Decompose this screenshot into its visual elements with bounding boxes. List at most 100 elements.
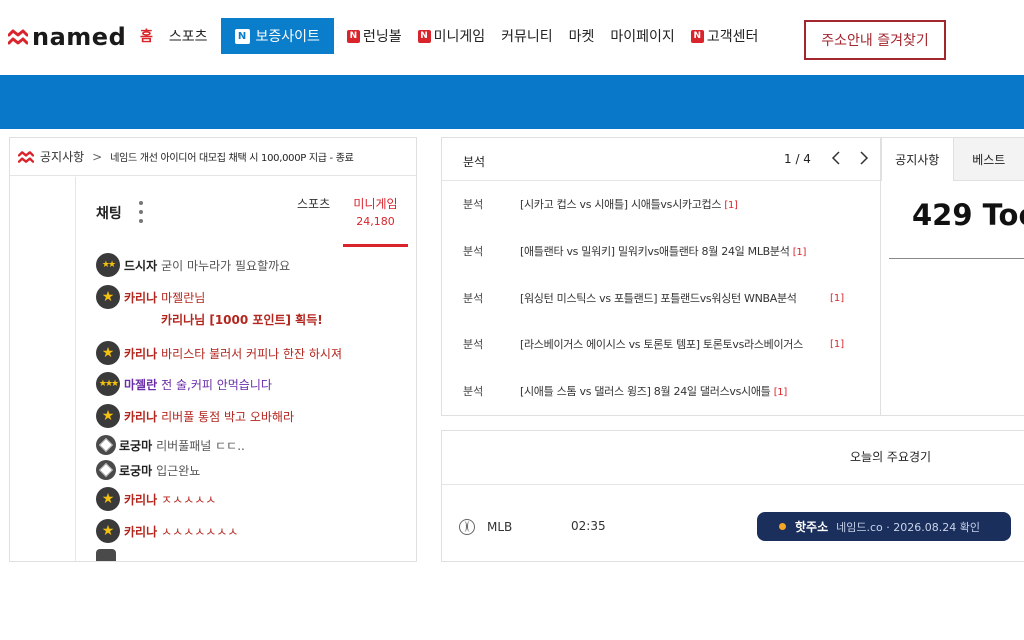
chat-message-partial — [96, 549, 119, 561]
chat-text: 리버풀패널 ㄷㄷ.. — [156, 438, 245, 453]
analysis-category: 분석 — [463, 245, 484, 258]
chat-message: 로궁마 입근완뇨 — [96, 460, 200, 480]
chat-text: 마젤란님 — [161, 290, 206, 305]
analysis-header: 분석 1 / 4 — [442, 138, 880, 181]
analysis-category: 분석 — [463, 338, 484, 351]
logo-text: named — [32, 23, 127, 51]
nav-verified-sites[interactable]: N 보증사이트 — [220, 18, 334, 54]
nav-home[interactable]: 홈 — [132, 18, 161, 54]
tab-best[interactable]: 베스트 — [952, 138, 1024, 181]
chat-tab-sports[interactable]: 스포츠 — [297, 195, 330, 212]
more-options-icon[interactable] — [138, 201, 144, 223]
chat-text: 굳이 마누라가 필요할까요 — [161, 258, 291, 273]
baseball-icon — [459, 519, 475, 535]
nav-running-ball[interactable]: N 런닝볼 — [339, 18, 410, 54]
level-badge-icon: ★ — [96, 519, 120, 543]
analysis-category: 분석 — [463, 385, 484, 398]
analysis-count: [1] — [792, 247, 807, 258]
chat-nick[interactable]: 로궁마 — [119, 437, 152, 454]
chat-nick[interactable]: 카리나 — [124, 491, 157, 508]
nav-support-label: 고객센터 — [706, 29, 759, 45]
analysis-category: 분석 — [463, 292, 484, 305]
game-time: 02:35 — [571, 519, 606, 533]
chevron-right-icon[interactable] — [859, 151, 869, 169]
header: named 홈 스포츠 N 보증사이트 N 런닝볼 N 미니게임 커뮤니티 마켓 마이… — [0, 0, 1024, 75]
chat-tab-minigame-label: 미니게임 — [353, 197, 398, 211]
bookmark-button[interactable]: 주소안내 즐겨찾기 — [804, 20, 946, 60]
level-badge-icon: ★ — [96, 285, 120, 309]
logo[interactable]: named — [8, 23, 127, 51]
analysis-title: 분석 — [463, 155, 486, 169]
notice-tabs: 공지사항 베스트 — [881, 138, 1024, 181]
chat-message: ★ 카리나 바리스타 불러서 커피나 한잔 하시져 — [96, 341, 342, 365]
chat-title: 채팅 — [96, 206, 122, 222]
new-badge-icon: N — [234, 28, 250, 44]
level-badge-icon: ★ — [96, 404, 120, 428]
nav-sports[interactable]: 스포츠 — [161, 18, 216, 54]
analysis-text-value: [애틀랜타 vs 밀워키] 밀워키vs애틀랜타 8월 24일 MLB분석 — [520, 245, 790, 258]
chat-nick[interactable]: 마젤란 — [124, 376, 157, 393]
analysis-row[interactable]: 분석 [워싱턴 미스틱스 vs 포틀랜드] 포틀랜드vs워싱턴 WNBA분석 [… — [442, 288, 882, 308]
analysis-row[interactable]: 분석 [라스베이거스 에이시스 vs 토론토 템포] 토론토vs라스베이거스 [… — [442, 334, 882, 354]
notice-label: 공지사항 — [40, 150, 85, 164]
divider — [889, 258, 1024, 259]
chat-message: ★ 카리나 리버풀 통점 박고 오바해라 — [96, 404, 294, 428]
analysis-text-value: [시애틀 스톰 vs 댈러스 윙즈] 8월 24일 댈러스vs시애틀 — [520, 385, 771, 398]
chat-text: 바리스타 불러서 커피나 한잔 하시져 — [161, 346, 342, 361]
chat-nick[interactable]: 카리나 — [124, 289, 157, 306]
nav-community[interactable]: 커뮤니티 — [493, 18, 561, 54]
chat-text: ㅅㅅㅅㅅㅅㅅㅅ — [161, 524, 239, 539]
chat-message: ★ 카리나 마젤란님 — [96, 285, 205, 309]
level-badge-icon — [96, 549, 116, 561]
nav-mypage-label: 마이페이지 — [610, 29, 675, 45]
chat-nick[interactable]: 드시자 — [124, 257, 157, 274]
level-badge-icon: ★★★ — [96, 372, 120, 396]
chat-tab-minigame[interactable]: 미니게임 24,180 — [343, 195, 408, 247]
analysis-count: [1] — [830, 292, 845, 304]
hot-address-toast[interactable]: 핫주소 네임드.co · 2026.08.24 확인 — [757, 512, 1011, 541]
notice-bar[interactable]: 공지사항 > 네임드 개선 아이디어 대모집 채택 시 100,000P 지급 … — [10, 138, 416, 176]
tab-notice[interactable]: 공지사항 — [881, 138, 953, 181]
analysis-row[interactable]: 분석 [애틀랜타 vs 밀워키] 밀워키vs애틀랜타 8월 24일 MLB분석 … — [442, 241, 882, 261]
nav-running-ball-label: 런닝볼 — [362, 29, 402, 45]
analysis-count: [1] — [773, 387, 788, 398]
chat-nick[interactable]: 로궁마 — [119, 462, 152, 479]
nav-market[interactable]: 마켓 — [561, 18, 603, 54]
main-nav: 홈 스포츠 N 보증사이트 N 런닝볼 N 미니게임 커뮤니티 마켓 마이페이지 N고… — [132, 18, 766, 54]
nav-mypage[interactable]: 마이페이지 — [602, 18, 682, 54]
named-logo-icon — [8, 29, 28, 45]
nav-support[interactable]: N 고객센터 — [683, 18, 767, 54]
chat-message: 로궁마 리버풀패널 ㄷㄷ.. — [96, 435, 245, 455]
toast-label: 핫주소 — [795, 520, 829, 534]
games-title: 오늘의 주요경기 — [850, 450, 932, 464]
new-badge-icon: N — [346, 29, 360, 43]
games-panel: 오늘의 주요경기 MLB 02:35 — [441, 430, 1024, 562]
chat-area: 채팅 스포츠 미니게임 24,180 ★★ 드시자 굳이 마누라가 필요할까요 … — [75, 177, 416, 561]
level-badge-icon: ★ — [96, 341, 120, 365]
chat-nick[interactable]: 카리나 — [124, 408, 157, 425]
level-badge-icon: ★★ — [96, 253, 120, 277]
chat-system-message: 카리나님 [1000 포인트] 획득! — [161, 313, 323, 327]
analysis-row[interactable]: 분석 [시애틀 스톰 vs 댈러스 윙즈] 8월 24일 댈러스vs시애틀 [1… — [442, 381, 882, 401]
nav-sports-label: 스포츠 — [168, 29, 208, 45]
game-league: MLB — [487, 520, 513, 534]
analysis-count: [1] — [724, 200, 738, 211]
chat-message: ★ 카리나 ㅈㅅㅅㅅㅅ — [96, 487, 216, 511]
top-banner[interactable] — [0, 75, 1024, 129]
new-badge-icon: N — [690, 29, 704, 43]
chat-message: ★ 카리나 ㅅㅅㅅㅅㅅㅅㅅ — [96, 519, 238, 543]
analysis-text-value: [시카고 컵스 vs 시애틀] 시애틀vs시카고컵스 — [520, 198, 722, 211]
nav-minigame-label: 미니게임 — [433, 29, 486, 45]
analysis-text: [라스베이거스 에이시스 vs 토론토 템포] 토론토vs라스베이거스 — [520, 338, 803, 351]
analysis-category: 분석 — [463, 198, 484, 211]
chevron-left-icon[interactable] — [831, 151, 841, 169]
analysis-panel: 분석 1 / 4 분석 [시카고 컵스 vs 시애틀] 시애틀vs시카고컵스 [… — [441, 137, 881, 416]
notice-text[interactable]: 네임드 개선 아이디어 대모집 채택 시 100,000P 지급 - 종료 — [110, 149, 354, 164]
chat-nick[interactable]: 카리나 — [124, 523, 157, 540]
nav-minigame[interactable]: N 미니게임 — [410, 18, 494, 54]
analysis-row[interactable]: 분석 [시카고 컵스 vs 시애틀] 시애틀vs시카고컵스 [1] — [442, 194, 882, 214]
chat-nick[interactable]: 카리나 — [124, 345, 157, 362]
level-badge-icon: ★ — [96, 487, 120, 511]
analysis-text: [애틀랜타 vs 밀워키] 밀워키vs애틀랜타 8월 24일 MLB분석 [1] — [520, 243, 820, 259]
game-row[interactable]: MLB — [459, 519, 512, 535]
